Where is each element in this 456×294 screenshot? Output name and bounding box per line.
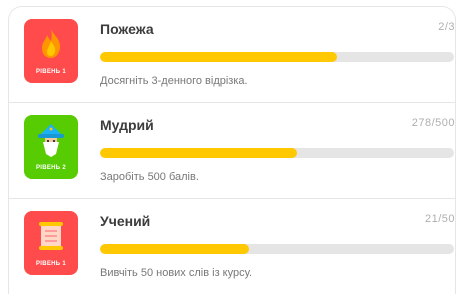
- achievement-title: Мудрий: [100, 117, 154, 133]
- achievement-description: Заробіть 500 балів.: [100, 171, 199, 183]
- achievement-description: Досягніть 3-денного відрізка.: [100, 75, 248, 87]
- progress-bar: [100, 52, 454, 62]
- wizard-icon: [38, 124, 64, 157]
- achievement-badge: РІВЕНЬ 1: [24, 19, 78, 83]
- achievement-title: Пожежа: [100, 21, 154, 37]
- achievement-description: Вивчіть 50 нових слів із курсу.: [100, 267, 253, 279]
- achievement-count: 21/50: [424, 213, 455, 225]
- fire-icon: [42, 29, 61, 58]
- progress-fill: [100, 244, 249, 254]
- progress-bar: [100, 244, 454, 254]
- achievement-title: Учений: [100, 213, 151, 229]
- scroll-icon: [39, 222, 63, 250]
- progress-bar: [100, 148, 454, 158]
- achievement-badge: РІВЕНЬ 2: [24, 115, 78, 179]
- achievement-count: 2/3: [438, 21, 455, 33]
- level-label: РІВЕНЬ 1: [35, 69, 67, 75]
- progress-fill: [100, 52, 338, 62]
- progress-fill: [100, 148, 297, 158]
- achievement-card-wise[interactable]: РІВЕНЬ 2 Мудрий 278/500 Заробіть 500 бал…: [8, 102, 456, 198]
- achievement-card-scholar[interactable]: РІВЕНЬ 1 Учений 21/50 Вивчіть 50 нових с…: [8, 198, 456, 294]
- achievement-count: 278/500: [411, 117, 455, 129]
- level-label: РІВЕНЬ 1: [35, 261, 67, 267]
- level-label: РІВЕНЬ 2: [35, 165, 67, 171]
- achievement-badge: РІВЕНЬ 1: [24, 211, 78, 275]
- achievement-card-fire[interactable]: РІВЕНЬ 1 Пожежа 2/3 Досягніть 3-денного …: [8, 6, 456, 102]
